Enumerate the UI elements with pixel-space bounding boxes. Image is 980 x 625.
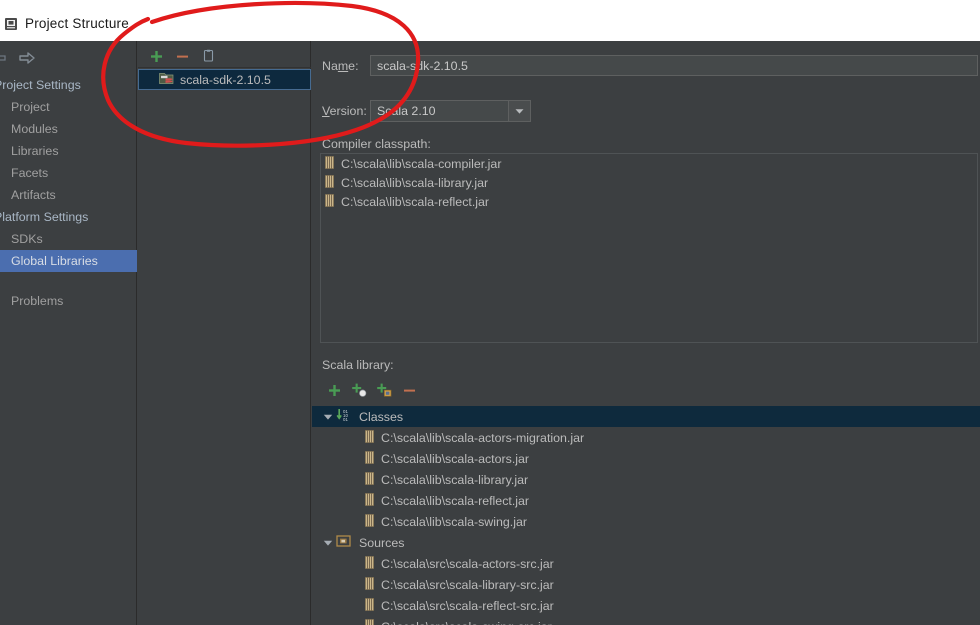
chevron-down-icon[interactable] (508, 101, 530, 121)
sidebar-group-project-settings: Project Settings (0, 78, 81, 92)
add-button[interactable] (146, 47, 167, 66)
application-icon (4, 17, 18, 31)
window-title: Project Structure (25, 16, 129, 31)
name-label-accel: m (337, 58, 349, 73)
library-list-toolbar (138, 45, 311, 68)
tree-leaf-class-root[interactable]: C:\scala\lib\scala-actors.jar (312, 448, 980, 469)
jar-icon (364, 492, 375, 509)
tree-leaf-source-root[interactable]: C:\scala\src\scala-actors-src.jar (312, 553, 980, 574)
library-list-item-label: scala-sdk-2.10.5 (180, 72, 271, 87)
classpath-path: C:\scala\lib\scala-reflect.jar (341, 194, 490, 209)
classpath-path: C:\scala\lib\scala-compiler.jar (341, 156, 502, 171)
triangle-down-icon[interactable] (320, 539, 336, 547)
sidebar-item-modules[interactable]: Modules (0, 118, 137, 140)
tree-leaf-label: C:\scala\lib\scala-reflect.jar (381, 493, 530, 508)
jar-icon (324, 193, 335, 210)
sidebar-item-facets[interactable]: Facets (0, 162, 137, 184)
name-label: Name: (322, 58, 359, 73)
sidebar-item-sdks[interactable]: SDKs (0, 228, 137, 250)
version-label: Version: (322, 104, 367, 118)
copy-icon[interactable] (198, 47, 219, 66)
remove-button[interactable] (172, 47, 193, 66)
tree-node-classes[interactable]: 01 10 01 Classes (312, 406, 980, 427)
project-structure-window: Project Structure Project Settings Proje… (0, 0, 980, 625)
sidebar-item-libraries[interactable]: Libraries (0, 140, 137, 162)
scala-sdk-icon (159, 71, 174, 88)
tree-leaf-class-root[interactable]: C:\scala\lib\scala-reflect.jar (312, 490, 980, 511)
tree-leaf-label: C:\scala\lib\scala-actors.jar (381, 451, 530, 466)
name-field-row: Name: (322, 55, 978, 76)
settings-sidebar: Project Settings Project Modules Librari… (0, 41, 137, 625)
sidebar-item-artifacts[interactable]: Artifacts (0, 184, 137, 206)
tree-node-label: Sources (359, 535, 405, 550)
svg-text:01: 01 (343, 417, 348, 422)
jar-icon (364, 513, 375, 530)
triangle-down-icon[interactable] (320, 413, 336, 421)
tree-top-spacer (312, 363, 980, 406)
jar-icon (364, 597, 375, 614)
arrow-left-icon[interactable] (0, 49, 10, 67)
jar-icon (364, 618, 375, 625)
sidebar-group-platform-settings: Platform Settings (0, 210, 89, 224)
arrow-right-icon[interactable] (16, 49, 38, 67)
library-detail-panel: Name: Version: Scala 2.10 Compiler class… (312, 41, 980, 625)
tree-leaf-label: C:\scala\lib\scala-swing.jar (381, 514, 527, 529)
jar-icon (364, 471, 375, 488)
sidebar-nav-bar (0, 46, 137, 70)
library-list: scala-sdk-2.10.5 (138, 69, 311, 90)
classpath-row[interactable]: C:\scala\lib\scala-reflect.jar (321, 192, 977, 211)
tree-leaf-label: C:\scala\src\scala-actors-src.jar (381, 556, 554, 571)
tree-leaf-source-root[interactable]: C:\scala\src\scala-reflect-src.jar (312, 595, 980, 616)
name-input[interactable] (370, 55, 978, 76)
version-select[interactable]: Scala 2.10 (370, 100, 531, 122)
jar-icon (364, 450, 375, 467)
classpath-row[interactable]: C:\scala\lib\scala-library.jar (321, 173, 977, 192)
tree-leaf-label: C:\scala\lib\scala-library.jar (381, 472, 529, 487)
sidebar-item-project[interactable]: Project (0, 96, 137, 118)
global-libraries-panel: scala-sdk-2.10.5 (138, 41, 311, 625)
sidebar-item-problems[interactable]: Problems (0, 290, 137, 312)
tree-leaf-label: C:\scala\src\scala-reflect-src.jar (381, 598, 554, 613)
tree-leaf-label: C:\scala\src\scala-swing-src.jar (381, 620, 552, 625)
jar-icon (324, 174, 335, 191)
tree-leaf-label: C:\scala\lib\scala-actors-migration.jar (381, 430, 585, 445)
tree-node-sources[interactable]: Sources (312, 532, 980, 553)
tree-leaf-class-root[interactable]: C:\scala\lib\scala-swing.jar (312, 511, 980, 532)
tree-node-label: Classes (359, 409, 404, 424)
sidebar-item-list: Project Settings Project Modules Librari… (0, 74, 137, 312)
tree-leaf-source-root[interactable]: C:\scala\src\scala-swing-src.jar (312, 616, 980, 625)
jar-icon (364, 429, 375, 446)
jar-icon (364, 555, 375, 572)
jar-icon (364, 576, 375, 593)
tree-leaf-label: C:\scala\src\scala-library-src.jar (381, 577, 554, 592)
tree-leaf-source-root[interactable]: C:\scala\src\scala-library-src.jar (312, 574, 980, 595)
compiler-classpath-label: Compiler classpath: (322, 137, 431, 151)
compiler-classpath-list[interactable]: C:\scala\lib\scala-compiler.jar C:\scala… (320, 153, 978, 343)
jar-icon (324, 155, 335, 172)
tree-leaf-class-root[interactable]: C:\scala\lib\scala-actors-migration.jar (312, 427, 980, 448)
version-label-accel: V (322, 104, 330, 118)
classpath-path: C:\scala\lib\scala-library.jar (341, 175, 489, 190)
sidebar-item-global-libraries[interactable]: Global Libraries (0, 250, 137, 272)
classes-icon: 01 10 01 (336, 408, 353, 425)
window-title-bar: Project Structure (0, 0, 980, 41)
library-roots-tree: 01 10 01 Classes C:\scala\lib\scala-acto… (312, 363, 980, 625)
tree-leaf-class-root[interactable]: C:\scala\lib\scala-library.jar (312, 469, 980, 490)
version-selected-value: Scala 2.10 (377, 104, 436, 118)
sources-folder-icon (336, 534, 353, 551)
classpath-row[interactable]: C:\scala\lib\scala-compiler.jar (321, 154, 977, 173)
version-field-row: Version: Scala 2.10 (322, 100, 531, 122)
library-list-item-scala-sdk[interactable]: scala-sdk-2.10.5 (138, 69, 311, 90)
